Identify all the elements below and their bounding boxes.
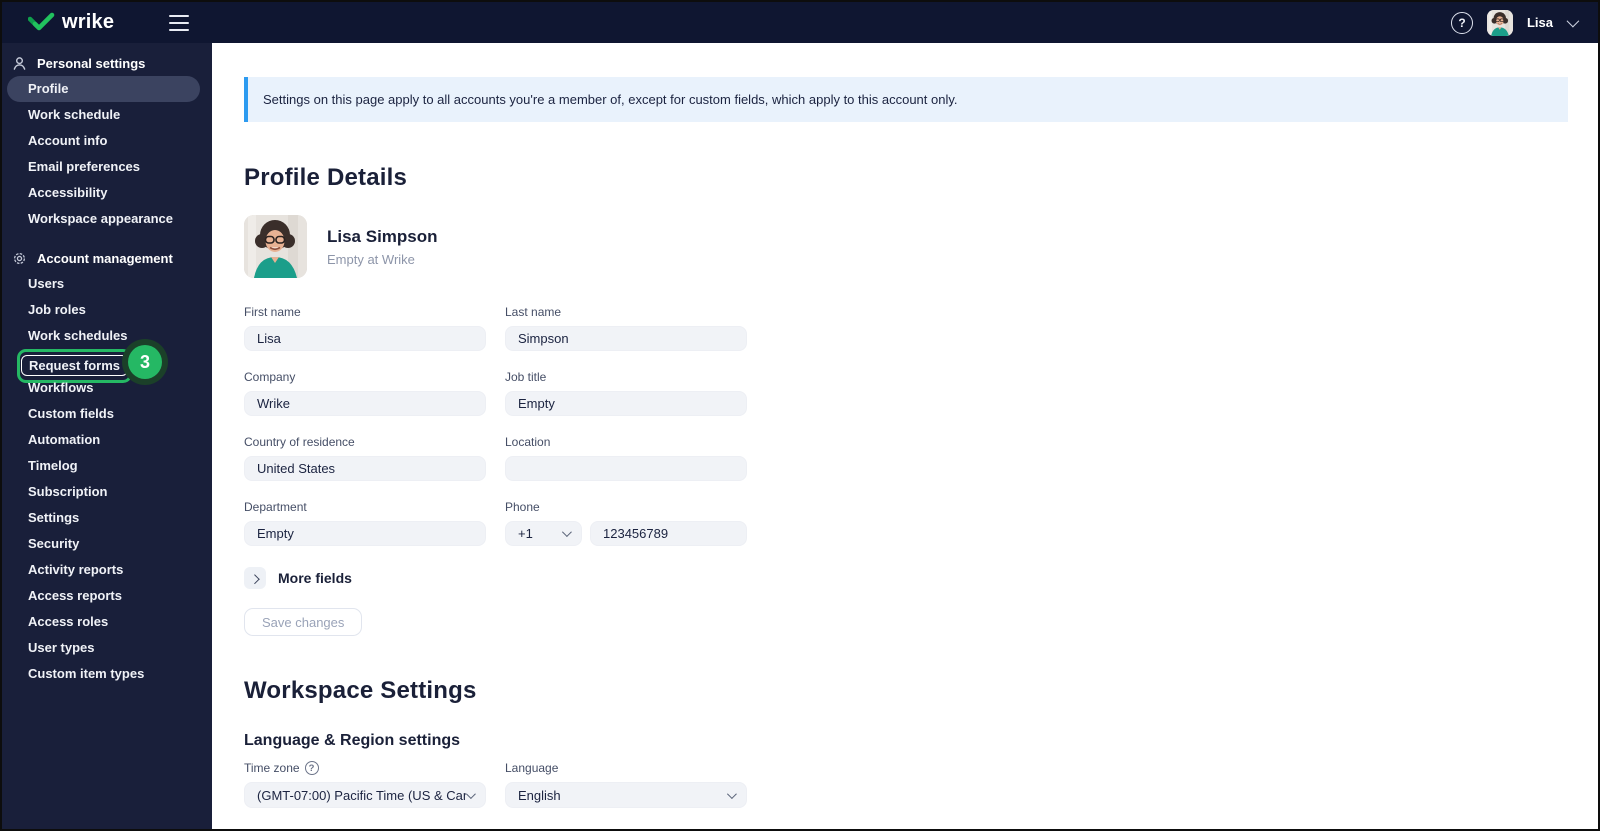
profile-name: Lisa Simpson bbox=[327, 226, 438, 246]
sidebar-item-email-preferences[interactable]: Email preferences bbox=[2, 154, 212, 180]
sidebar-item-profile[interactable]: Profile bbox=[2, 76, 212, 102]
field-last-name: Last name bbox=[505, 305, 747, 351]
section-label: Personal settings bbox=[37, 55, 146, 71]
job-title-input[interactable] bbox=[505, 391, 747, 416]
phone-number-input[interactable] bbox=[590, 521, 747, 546]
field-company: Company bbox=[244, 370, 486, 416]
person-icon bbox=[13, 56, 26, 70]
info-banner-text: Settings on this page apply to all accou… bbox=[263, 92, 958, 107]
gear-icon bbox=[13, 252, 26, 264]
main-content: Settings on this page apply to all accou… bbox=[212, 43, 1598, 829]
tutorial-step-badge: 3 bbox=[122, 339, 168, 385]
wrike-logo-icon bbox=[28, 12, 55, 30]
user-avatar[interactable] bbox=[1486, 9, 1513, 36]
sidebar-item-automation[interactable]: Automation bbox=[2, 427, 212, 453]
department-input[interactable] bbox=[244, 521, 486, 546]
wrike-logo-text: wrike bbox=[62, 11, 115, 33]
sidebar-item-work-schedules[interactable]: Work schedules bbox=[2, 323, 212, 349]
topbar: wrike ? Lisa bbox=[2, 2, 1598, 43]
sidebar-item-activity-reports[interactable]: Activity reports bbox=[2, 557, 212, 583]
language-region-subtitle: Language & Region settings bbox=[244, 732, 461, 749]
hamburger-menu-icon[interactable] bbox=[169, 14, 190, 31]
wrike-logo[interactable]: wrike bbox=[28, 11, 114, 34]
save-changes-button[interactable]: Save changes bbox=[244, 608, 363, 636]
section-label: Account management bbox=[37, 250, 173, 266]
last-name-input[interactable] bbox=[505, 326, 747, 351]
sidebar-item-user-types[interactable]: User types bbox=[2, 635, 212, 661]
chevron-down-icon bbox=[465, 788, 476, 799]
field-phone: Phone +1 bbox=[505, 500, 747, 546]
chevron-down-icon[interactable] bbox=[1566, 14, 1580, 28]
time-zone-select[interactable]: (GMT-07:00) Pacific Time (US & Can... bbox=[244, 782, 486, 808]
sidebar-item-settings[interactable]: Settings bbox=[2, 505, 212, 531]
sidebar-item-work-schedule[interactable]: Work schedule bbox=[2, 102, 212, 128]
sidebar-item-access-reports[interactable]: Access reports bbox=[2, 583, 212, 609]
sidebar-item-custom-item-types[interactable]: Custom item types bbox=[2, 661, 212, 687]
sidebar-item-accessibility[interactable]: Accessibility bbox=[2, 180, 212, 206]
info-banner: Settings on this page apply to all accou… bbox=[244, 77, 1568, 122]
field-location: Location bbox=[505, 435, 747, 481]
section-account-management: Account management bbox=[2, 245, 212, 271]
field-country: Country of residence bbox=[244, 435, 486, 481]
chevron-down-icon bbox=[561, 527, 572, 538]
sidebar: Personal settings Profile Work schedule … bbox=[2, 43, 212, 829]
field-first-name: First name bbox=[244, 305, 486, 351]
field-language: Language English bbox=[505, 761, 747, 808]
sidebar-item-security[interactable]: Security bbox=[2, 531, 212, 557]
profile-subtitle: Empty at Wrike bbox=[327, 251, 415, 267]
first-name-input[interactable] bbox=[244, 326, 486, 351]
section-personal-settings: Personal settings bbox=[2, 50, 212, 76]
sidebar-item-timelog[interactable]: Timelog bbox=[2, 453, 212, 479]
sidebar-item-account-info[interactable]: Account info bbox=[2, 128, 212, 154]
field-time-zone: Time zone ? (GMT-07:00) Pacific Time (US… bbox=[244, 761, 486, 808]
profile-avatar[interactable] bbox=[244, 215, 307, 278]
sidebar-item-workspace-appearance[interactable]: Workspace appearance bbox=[2, 206, 212, 232]
sidebar-item-request-forms[interactable]: Request forms 3 bbox=[2, 339, 212, 385]
country-input[interactable] bbox=[244, 456, 486, 481]
language-select[interactable]: English bbox=[505, 782, 747, 808]
chevron-down-icon bbox=[726, 788, 737, 799]
location-input[interactable] bbox=[505, 456, 747, 481]
company-input[interactable] bbox=[244, 391, 486, 416]
wrike-settings-window: wrike ? Lisa Personal settings Profile W… bbox=[0, 0, 1600, 831]
page-title: Profile Details bbox=[244, 164, 408, 191]
tutorial-highlight-box: Request forms bbox=[17, 349, 133, 383]
timezone-help-icon[interactable]: ? bbox=[304, 761, 319, 775]
user-name[interactable]: Lisa bbox=[1527, 15, 1553, 30]
sidebar-item-users[interactable]: Users bbox=[2, 271, 212, 297]
field-department: Department bbox=[244, 500, 486, 546]
sidebar-item-custom-fields[interactable]: Custom fields bbox=[2, 401, 212, 427]
chevron-right-icon[interactable] bbox=[244, 567, 266, 589]
step-number: 3 bbox=[128, 345, 162, 379]
phone-country-code-select[interactable]: +1 bbox=[505, 521, 582, 546]
sidebar-item-access-roles[interactable]: Access roles bbox=[2, 609, 212, 635]
sidebar-item-subscription[interactable]: Subscription bbox=[2, 479, 212, 505]
sidebar-item-job-roles[interactable]: Job roles bbox=[2, 297, 212, 323]
workspace-settings-title: Workspace Settings bbox=[244, 677, 477, 704]
field-job-title: Job title bbox=[505, 370, 747, 416]
more-fields-toggle[interactable]: More fields bbox=[244, 567, 1568, 589]
help-icon[interactable]: ? bbox=[1450, 11, 1473, 34]
